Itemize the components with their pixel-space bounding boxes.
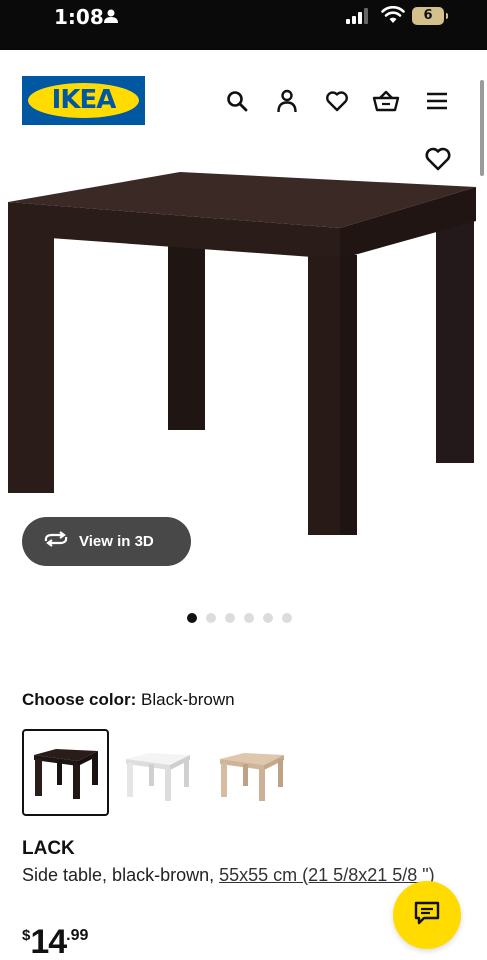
price-integer: 14 (30, 923, 67, 960)
account-icon[interactable] (272, 86, 302, 116)
ikea-logo[interactable]: IKEA (22, 76, 145, 125)
chat-icon (414, 901, 440, 930)
battery-indicator: 6 (412, 7, 448, 25)
product-image[interactable] (0, 165, 487, 545)
product-type-color: Side table, black-brown, (22, 865, 215, 885)
wishlist-icon[interactable] (322, 86, 352, 116)
carousel-dot[interactable] (225, 613, 235, 623)
view-in-3d-button[interactable]: View in 3D (22, 517, 191, 566)
price-currency: $ (22, 927, 31, 944)
rotate-3d-icon (43, 530, 69, 553)
carousel-dot[interactable] (244, 613, 254, 623)
product-price: $14.99 (22, 923, 88, 960)
search-icon[interactable] (222, 86, 252, 116)
image-carousel-dots (187, 613, 292, 623)
product-name: LACK (22, 838, 75, 859)
chat-button[interactable] (393, 881, 461, 949)
carousel-dot[interactable] (282, 613, 292, 623)
status-bar: 1:08 6 (0, 0, 487, 50)
carousel-dot[interactable] (187, 613, 197, 623)
choose-color-label: Choose color: (22, 690, 137, 709)
wifi-icon (381, 5, 405, 29)
product-description: Side table, black-brown, 55x55 cm (21 5/… (22, 863, 442, 887)
color-swatch-black-brown[interactable] (22, 729, 109, 816)
logo-text: IKEA (51, 85, 117, 115)
view-in-3d-label: View in 3D (79, 533, 154, 550)
selected-color-value: Black-brown (141, 690, 235, 709)
status-time: 1:08 (54, 5, 104, 29)
cell-signal-icon (346, 8, 374, 29)
price-decimal: .99 (66, 927, 89, 944)
cart-icon[interactable] (371, 86, 401, 116)
person-icon (103, 9, 119, 28)
carousel-dot[interactable] (206, 613, 216, 623)
product-dimensions-link[interactable]: 55x55 cm (21 5/8x21 5/8 ") (219, 865, 435, 885)
color-swatch-white[interactable] (120, 729, 207, 816)
color-swatch-white-stained-oak[interactable] (216, 729, 303, 816)
scrollbar[interactable] (480, 80, 484, 176)
carousel-dot[interactable] (263, 613, 273, 623)
menu-icon[interactable] (422, 86, 452, 116)
choose-color-row: Choose color: Black-brown (22, 690, 235, 710)
